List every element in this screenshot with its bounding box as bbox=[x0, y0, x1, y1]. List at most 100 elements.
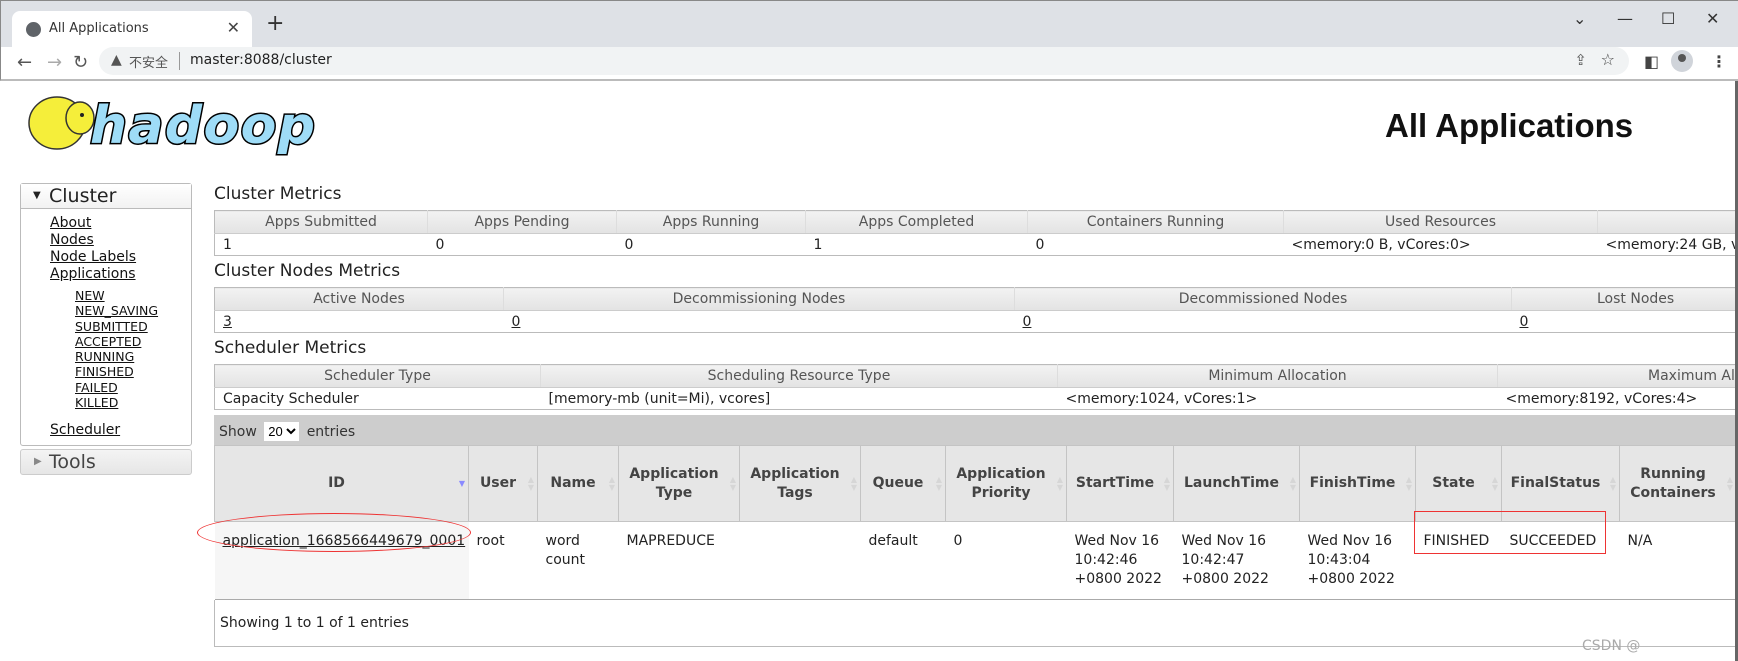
column-header-start-time[interactable]: StartTime ▲ ▼ bbox=[1066, 445, 1174, 522]
tools-label: Tools bbox=[49, 451, 96, 474]
column-header: Containers Running bbox=[1027, 210, 1284, 234]
column-header-application-type[interactable]: Application Type ▲ ▼ bbox=[618, 445, 740, 522]
forward-icon[interactable]: → bbox=[47, 52, 62, 73]
column-header: Decommissioned Nodes bbox=[1014, 287, 1512, 311]
cell-queue: default bbox=[860, 521, 946, 600]
cluster-metrics-table: Apps Submitted Apps Pending Apps Running… bbox=[214, 210, 1738, 256]
sort-icon: ▲ ▼ bbox=[527, 475, 534, 492]
annotation-ellipse bbox=[197, 513, 471, 552]
state-link-new[interactable]: NEW bbox=[75, 288, 191, 303]
scheduler-metrics-title: Scheduler Metrics bbox=[214, 338, 367, 358]
state-link-accepted[interactable]: ACCEPTED bbox=[75, 334, 191, 349]
column-header-running-containers[interactable]: Running Containers ▲ ▼ bbox=[1619, 445, 1737, 522]
metric-value: <memory:1024, vCores:1> bbox=[1065, 390, 1258, 407]
sort-icon: ▲ ▼ bbox=[1726, 475, 1733, 492]
column-header: Decommissioning Nodes bbox=[503, 287, 1015, 311]
sort-icon: ▲ ▼ bbox=[850, 475, 857, 492]
profile-icon[interactable] bbox=[1671, 50, 1693, 72]
caret-down-icon: ▼ bbox=[33, 190, 41, 201]
column-header-user[interactable]: User ▲ ▼ bbox=[468, 445, 538, 522]
column-header: Scheduling Resource Type bbox=[540, 364, 1058, 388]
insecure-label: 不安全 bbox=[129, 56, 169, 71]
maximize-button[interactable]: ☐ bbox=[1661, 9, 1675, 28]
column-header: Maximum All bbox=[1497, 364, 1738, 388]
svg-text:hadoop: hadoop bbox=[90, 96, 315, 156]
metric-value: 1 bbox=[223, 236, 232, 253]
tab-search-chevron-icon[interactable]: ⌄ bbox=[1573, 9, 1586, 28]
column-header: Apps Pending bbox=[427, 210, 617, 234]
sort-icon: ▲ ▼ bbox=[1056, 475, 1063, 492]
url-input[interactable]: ▲ 不安全 master:8088/cluster ⇪ ☆ bbox=[99, 47, 1629, 75]
star-icon[interactable]: ☆ bbox=[1601, 50, 1615, 69]
sort-icon: ▲ ▼ bbox=[1609, 475, 1616, 492]
state-link-failed[interactable]: FAILED bbox=[75, 380, 191, 395]
column-header: Scheduler Type bbox=[214, 364, 541, 388]
column-header: Lost Nodes bbox=[1511, 287, 1738, 311]
column-header-name[interactable]: Name ▲ ▼ bbox=[537, 445, 619, 522]
annotation-rectangle bbox=[1414, 511, 1606, 554]
browser-tab[interactable]: All Applications ✕ bbox=[12, 11, 252, 48]
new-tab-button[interactable]: + bbox=[266, 11, 284, 36]
metric-value: <memory:0 B, vCores:0> bbox=[1291, 236, 1471, 253]
sidebar-link-applications[interactable]: Applications bbox=[50, 266, 191, 283]
tools-panel-header[interactable]: ▶ Tools bbox=[20, 449, 192, 476]
metric-value: [memory-mb (unit=Mi), vcores] bbox=[548, 390, 771, 407]
column-header-application-tags[interactable]: Application Tags ▲ ▼ bbox=[739, 445, 861, 522]
cell-name: word count bbox=[537, 521, 619, 600]
entries-label: entries bbox=[306, 424, 356, 440]
sidebar-link-node-labels[interactable]: Node Labels bbox=[50, 249, 191, 266]
share-icon[interactable]: ⇪ bbox=[1574, 51, 1587, 69]
cluster-panel: ▼ Cluster About Nodes Node Labels Applica… bbox=[20, 183, 192, 447]
cell-running-containers: N/A bbox=[1619, 521, 1737, 600]
column-header: To bbox=[1597, 210, 1738, 234]
column-header: Apps Submitted bbox=[214, 210, 428, 234]
column-header-queue[interactable]: Queue ▲ ▼ bbox=[860, 445, 946, 522]
sort-icon: ▲ ▼ bbox=[1289, 475, 1296, 492]
column-header-finish-time[interactable]: FinishTime ▲ ▼ bbox=[1299, 445, 1416, 522]
sidebar-link-scheduler[interactable]: Scheduler bbox=[50, 422, 191, 439]
sidebar-link-about[interactable]: About bbox=[50, 215, 191, 232]
sort-icon: ▲ ▼ bbox=[608, 475, 615, 492]
column-header-application-priority[interactable]: Application Priority ▲ ▼ bbox=[945, 445, 1067, 522]
state-link-submitted[interactable]: SUBMITTED bbox=[75, 319, 191, 334]
minimize-button[interactable]: — bbox=[1617, 9, 1633, 28]
globe-icon bbox=[26, 22, 41, 37]
sidebar-link-nodes[interactable]: Nodes bbox=[50, 232, 191, 249]
reload-icon[interactable]: ↻ bbox=[73, 52, 88, 73]
divider bbox=[179, 52, 180, 70]
state-link-new-saving[interactable]: NEW_SAVING bbox=[75, 303, 191, 318]
close-tab-icon[interactable]: ✕ bbox=[227, 18, 240, 37]
sort-icon: ▲ ▼ bbox=[1163, 475, 1170, 492]
metric-value: Capacity Scheduler bbox=[223, 390, 359, 407]
column-header: Active Nodes bbox=[214, 287, 504, 311]
state-link-running[interactable]: RUNNING bbox=[75, 349, 191, 364]
sidepanel-icon[interactable]: ◧ bbox=[1644, 52, 1659, 71]
browser-tab-strip: All Applications ✕ + ⌄ — ☐ ✕ bbox=[0, 0, 1738, 48]
metric-value: 0 bbox=[1035, 236, 1045, 253]
cluster-label: Cluster bbox=[49, 185, 117, 207]
cluster-panel-header[interactable]: ▼ Cluster bbox=[21, 184, 191, 209]
warning-icon: ▲ bbox=[111, 52, 122, 68]
scheduler-metrics-table: Scheduler Type Scheduling Resource Type … bbox=[214, 364, 1738, 410]
page-size-select[interactable]: 20 bbox=[264, 422, 300, 441]
state-link-killed[interactable]: KILLED bbox=[75, 395, 191, 410]
column-header-id[interactable]: ID ▼ bbox=[214, 445, 469, 522]
entries-length-bar: Show 20 entries bbox=[214, 415, 1738, 445]
column-header-launch-time[interactable]: LaunchTime ▲ ▼ bbox=[1173, 445, 1300, 522]
sort-icon: ▲ ▼ bbox=[1491, 475, 1498, 492]
cell-finish-time: Wed Nov 16 10:43:04 +0800 2022 bbox=[1299, 521, 1416, 600]
decommissioning-nodes-link[interactable]: 0 bbox=[512, 314, 521, 330]
decommissioned-nodes-link[interactable]: 0 bbox=[1023, 314, 1032, 330]
column-header: Minimum Allocation bbox=[1057, 364, 1498, 388]
back-icon[interactable]: ← bbox=[17, 52, 32, 73]
active-nodes-link[interactable]: 3 bbox=[223, 314, 232, 330]
menu-icon[interactable]: ⋮ bbox=[1711, 52, 1727, 71]
state-link-finished[interactable]: FINISHED bbox=[75, 364, 191, 379]
cell-priority: 0 bbox=[945, 521, 1067, 600]
close-window-button[interactable]: ✕ bbox=[1706, 9, 1719, 28]
sort-icon: ▲ ▼ bbox=[935, 475, 942, 492]
metric-value: 0 bbox=[624, 236, 634, 253]
sort-icon: ▲ ▼ bbox=[1405, 475, 1412, 492]
cell-application-type: MAPREDUCE bbox=[618, 521, 740, 600]
lost-nodes-link[interactable]: 0 bbox=[1520, 314, 1529, 330]
